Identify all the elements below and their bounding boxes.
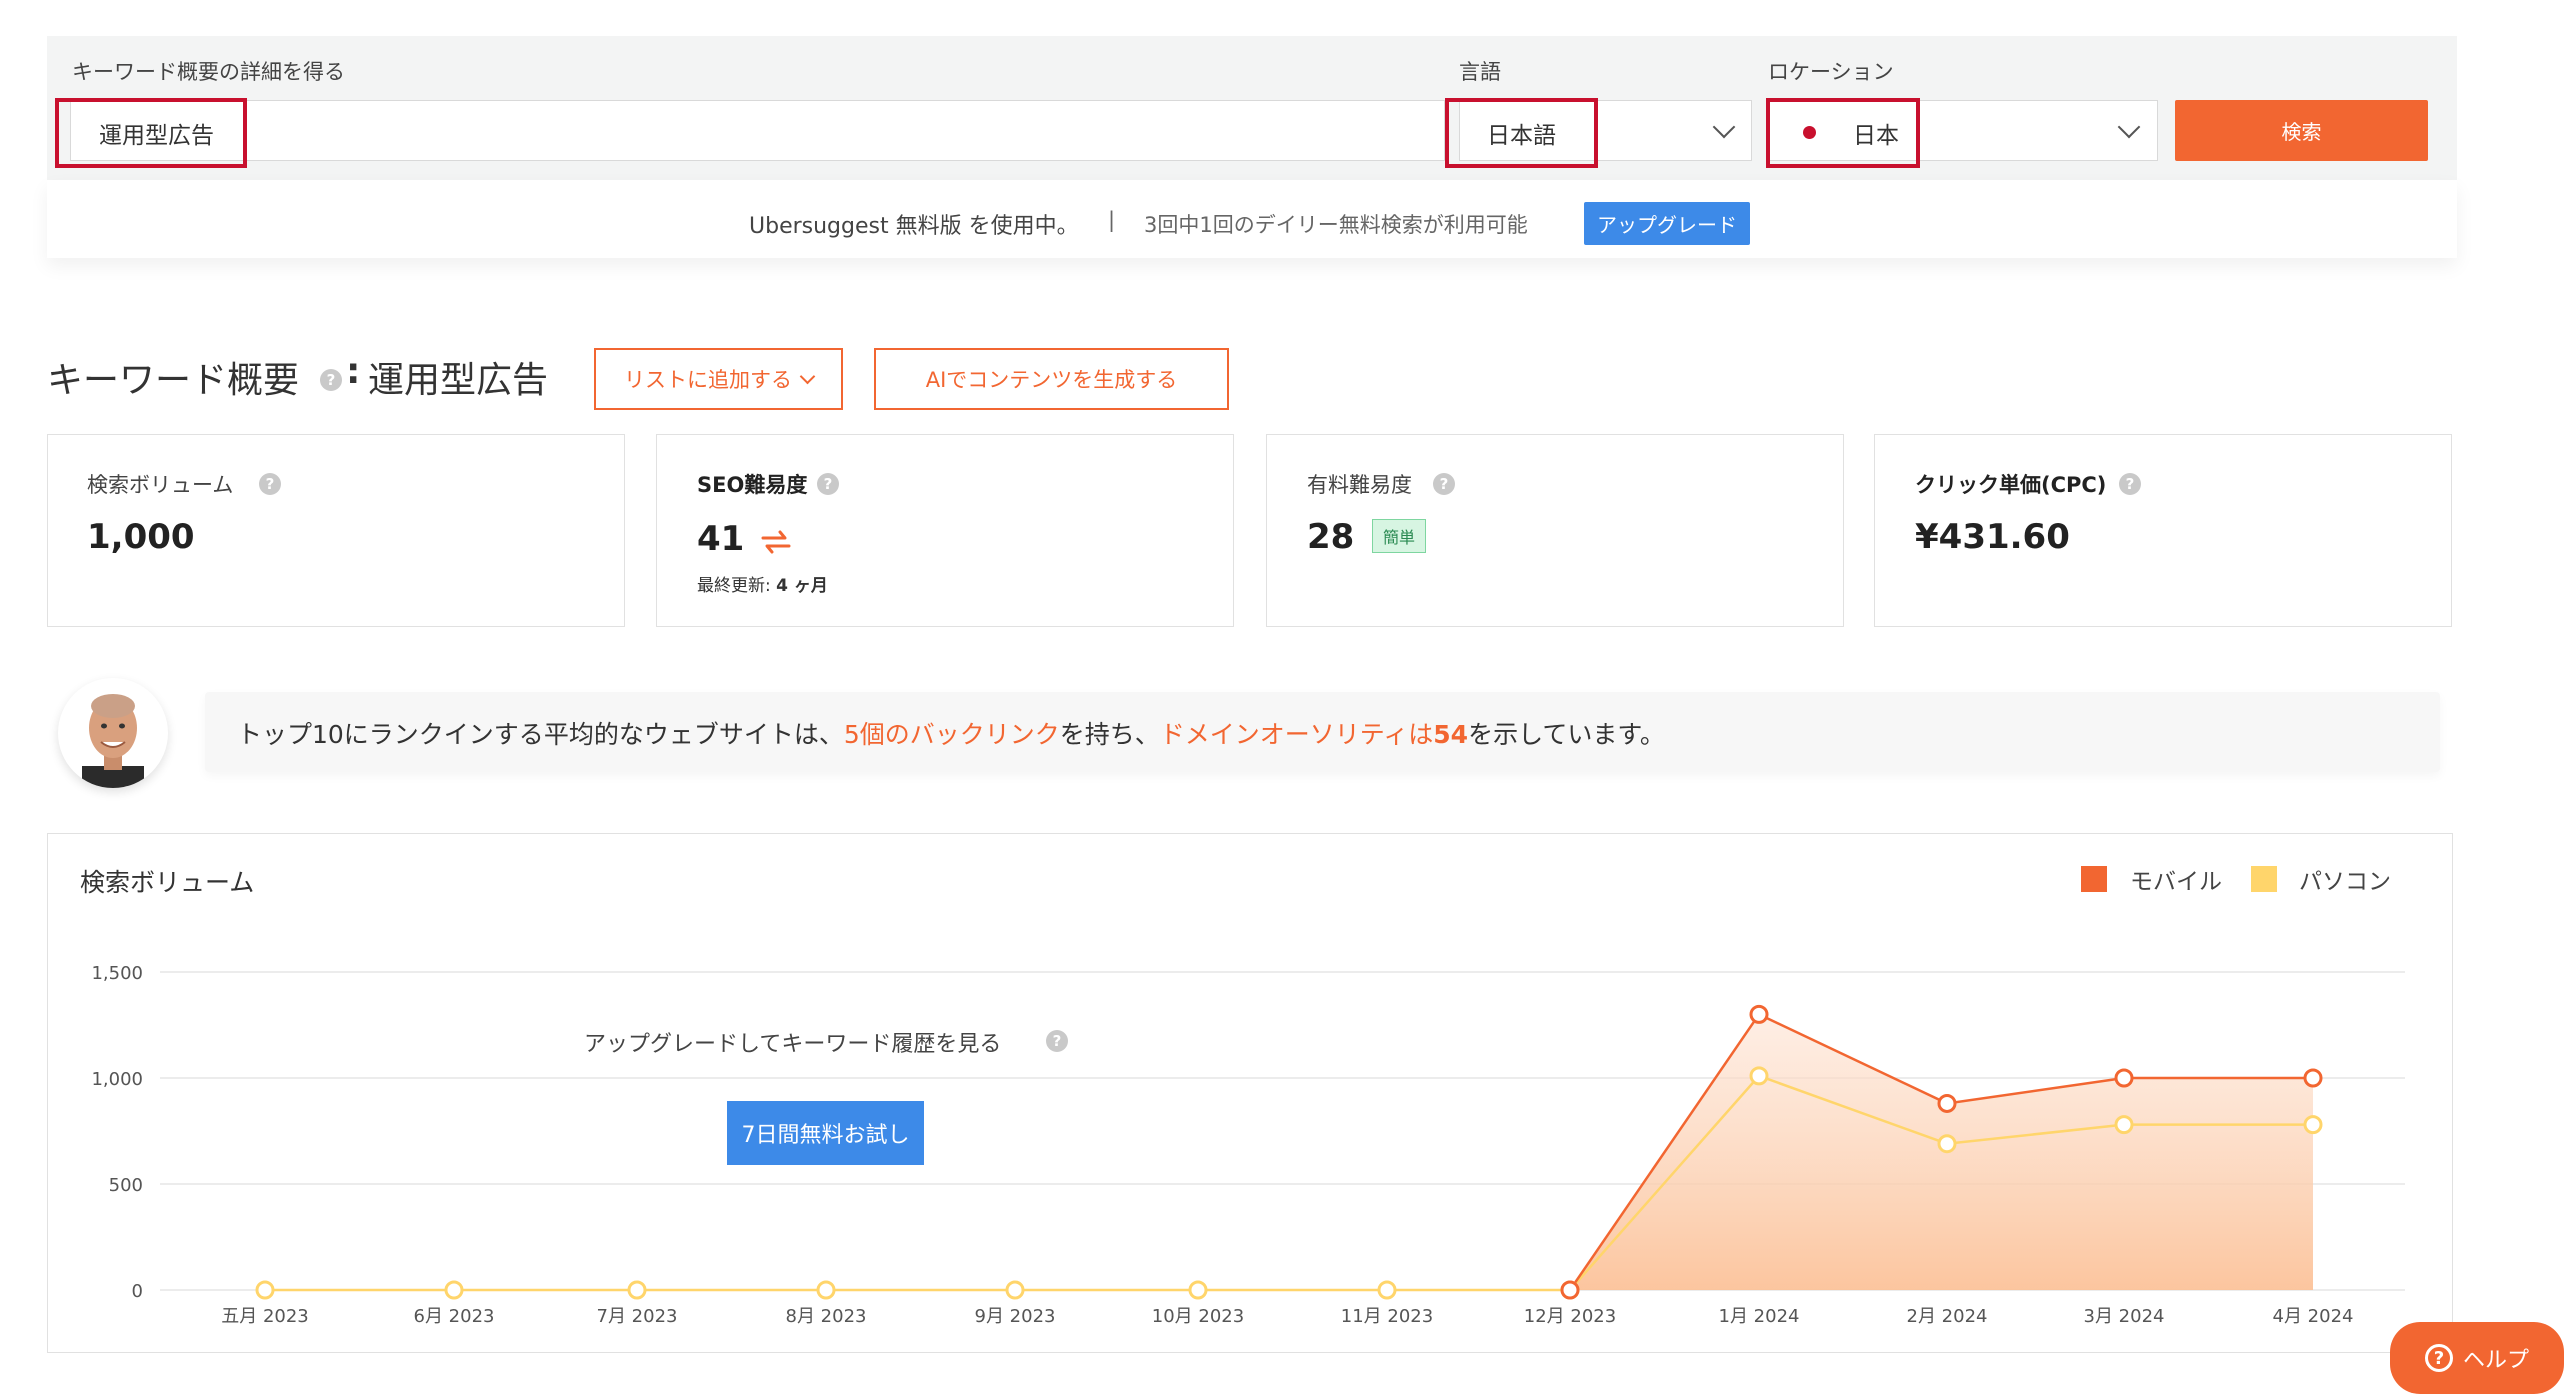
search-volume-chart: 0 500 1,000 1,500 五月 2023 6月 2023 7月 2023 8月 20…: [91, 963, 2405, 1327]
y-tick-label: 0: [132, 1281, 143, 1302]
x-tick-label: 五月 2023: [221, 1306, 309, 1327]
free-trial-button[interactable]: 7日間無料お試し: [727, 1101, 924, 1165]
y-tick-label: 500: [109, 1175, 143, 1196]
desktop-point: [1377, 1280, 1397, 1300]
x-tick-label: 2月 2024: [1907, 1306, 1988, 1327]
desktop-point: [1749, 1066, 1769, 1086]
y-tick-label: 1,000: [91, 1069, 143, 1090]
desktop-point: [1005, 1280, 1025, 1300]
desktop-point: [627, 1280, 647, 1300]
mobile-point: [1560, 1280, 1580, 1300]
desktop-point: [2303, 1115, 2323, 1135]
x-tick-label: 7月 2023: [597, 1306, 678, 1327]
mobile-point: [1749, 1004, 1769, 1024]
desktop-point: [816, 1280, 836, 1300]
x-tick-label: 9月 2023: [975, 1306, 1056, 1327]
y-tick-label: 1,500: [91, 963, 143, 984]
mobile-point: [1937, 1093, 1957, 1113]
x-tick-label: 6月 2023: [414, 1306, 495, 1327]
mobile-point: [2114, 1068, 2134, 1088]
x-tick-label: 4月 2024: [2273, 1306, 2354, 1327]
help-question-icon[interactable]: ?: [1046, 1030, 1068, 1052]
x-tick-label: 1月 2024: [1719, 1306, 1800, 1327]
upgrade-history-text: アップグレードしてキーワード履歴を見る: [584, 1032, 1002, 1057]
x-tick-label: 11月 2023: [1341, 1306, 1433, 1327]
x-tick-label: 8月 2023: [786, 1306, 867, 1327]
help-button[interactable]: ? ヘルプ: [2390, 1322, 2564, 1394]
desktop-point: [444, 1280, 464, 1300]
question-circle-icon: ?: [2424, 1344, 2453, 1372]
desktop-point: [1188, 1280, 1208, 1300]
mobile-point: [2303, 1068, 2323, 1088]
x-tick-label: 12月 2023: [1524, 1306, 1616, 1327]
desktop-point: [2114, 1115, 2134, 1135]
desktop-point: [1937, 1134, 1957, 1154]
help-button-label: ヘルプ: [2462, 1348, 2529, 1373]
desktop-point: [255, 1280, 275, 1300]
mobile-area: [1570, 1014, 2313, 1290]
x-tick-label: 10月 2023: [1152, 1306, 1244, 1327]
x-tick-label: 3月 2024: [2084, 1306, 2165, 1327]
